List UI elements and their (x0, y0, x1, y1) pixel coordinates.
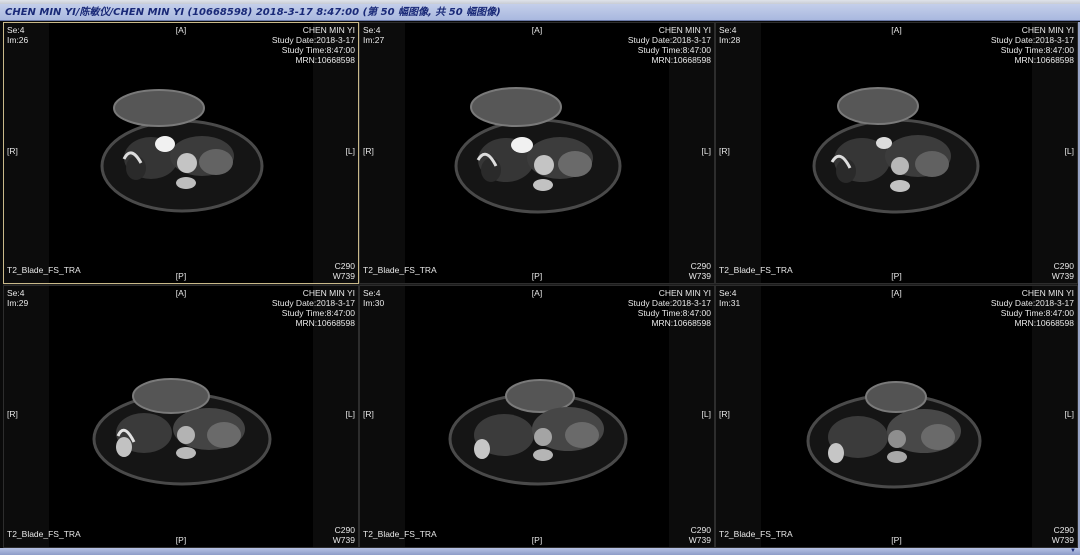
viewport-2[interactable]: Se:4 Im:27 CHEN MIN YI Study Date:2018-3… (359, 22, 715, 284)
orientation-anterior: [A] (531, 288, 543, 298)
orientation-right: [R] (363, 146, 374, 156)
orientation-left: [L] (1064, 409, 1074, 419)
image-number: Im:31 (719, 298, 741, 308)
window-level-info: C290 W739 (333, 525, 355, 545)
mri-axial-image (812, 87, 980, 214)
series-description: T2_Blade_FS_TRA (363, 529, 437, 539)
study-time: Study Time:8:47:00 (637, 308, 711, 318)
window-width: W739 (332, 271, 355, 281)
orientation-left: [L] (345, 409, 355, 419)
mri-axial-image (100, 89, 264, 213)
orientation-anterior: [A] (175, 288, 187, 298)
horizontal-scrollbar[interactable] (0, 548, 1080, 555)
orientation-anterior: [A] (891, 25, 902, 35)
series-description: T2_Blade_FS_TRA (719, 529, 793, 539)
study-date: Study Date:2018-3-17 (627, 298, 711, 308)
orientation-right: [R] (7, 409, 18, 419)
orientation-left: [L] (1064, 146, 1074, 156)
mrn: MRN:10668598 (1014, 55, 1074, 65)
mrn: MRN:10668598 (651, 318, 711, 328)
study-time: Study Time:8:47:00 (281, 45, 355, 55)
window-level-info: C290 W739 (333, 261, 355, 281)
viewport-3[interactable]: Se:4 Im:28 CHEN MIN YI Study Date:2018-3… (715, 22, 1078, 284)
mri-axial-image (448, 379, 628, 486)
image-number: Im:28 (719, 35, 741, 45)
image-number: Im:29 (7, 298, 29, 308)
study-date: Study Date:2018-3-17 (990, 298, 1074, 308)
window-width: W739 (1051, 271, 1074, 281)
mri-axial-image (454, 87, 622, 214)
mrn: MRN:10668598 (1014, 318, 1074, 328)
series-description: T2_Blade_FS_TRA (7, 265, 81, 275)
study-date: Study Date:2018-3-17 (271, 298, 355, 308)
image-viewport-grid: Se:4 Im:26 CHEN MIN YI Study Date:2018-3… (3, 22, 1078, 548)
window-center: C290 (334, 525, 355, 535)
orientation-right: [R] (363, 409, 374, 419)
window-level-info: C290 W739 (1052, 525, 1074, 545)
window-width: W739 (332, 535, 355, 545)
orientation-right: [R] (719, 409, 730, 419)
viewport-5[interactable]: Se:4 Im:30 CHEN MIN YI Study Date:2018-3… (359, 285, 715, 548)
window-center: C290 (334, 261, 355, 271)
orientation-anterior: [A] (531, 25, 543, 35)
mri-axial-image (92, 378, 272, 486)
study-date: Study Date:2018-3-17 (990, 35, 1074, 45)
viewport-4[interactable]: Se:4 Im:29 CHEN MIN YI Study Date:2018-3… (3, 285, 359, 548)
mrn: MRN:10668598 (651, 55, 711, 65)
orientation-left: [L] (701, 409, 711, 419)
image-number: Im:27 (363, 35, 385, 45)
study-date: Study Date:2018-3-17 (627, 35, 711, 45)
window-center: C290 (690, 261, 711, 271)
orientation-right: [R] (719, 146, 730, 156)
mrn: MRN:10668598 (295, 55, 355, 65)
window-center: C290 (690, 525, 711, 535)
window-width: W739 (1051, 535, 1074, 545)
series-description: T2_Blade_FS_TRA (719, 265, 793, 275)
study-time: Study Time:8:47:00 (1000, 45, 1074, 55)
window-center: C290 (1053, 261, 1074, 271)
mri-axial-image (806, 381, 982, 489)
scroll-down-arrow-icon[interactable]: ▼ (1069, 548, 1077, 555)
mrn: MRN:10668598 (295, 318, 355, 328)
orientation-left: [L] (345, 146, 355, 156)
study-time: Study Time:8:47:00 (281, 308, 355, 318)
window-level-info: C290 W739 (689, 261, 711, 281)
viewport-6[interactable]: Se:4 Im:31 CHEN MIN YI Study Date:2018-3… (715, 285, 1078, 548)
image-number: Im:30 (363, 298, 385, 308)
window-level-info: C290 W739 (1052, 261, 1074, 281)
orientation-right: [R] (7, 146, 18, 156)
window-level-info: C290 W739 (689, 525, 711, 545)
orientation-left: [L] (701, 146, 711, 156)
window-width: W739 (688, 271, 711, 281)
orientation-anterior: [A] (891, 288, 902, 298)
viewport-1[interactable]: Se:4 Im:26 CHEN MIN YI Study Date:2018-3… (3, 22, 359, 284)
study-time: Study Time:8:47:00 (637, 45, 711, 55)
series-description: T2_Blade_FS_TRA (363, 265, 437, 275)
study-date: Study Date:2018-3-17 (271, 35, 355, 45)
window-center: C290 (1053, 525, 1074, 535)
image-number: Im:26 (7, 35, 29, 45)
series-description: T2_Blade_FS_TRA (7, 529, 81, 539)
study-time: Study Time:8:47:00 (1000, 308, 1074, 318)
window-width: W739 (688, 535, 711, 545)
viewer-title-bar: CHEN MIN YI/陈敏仪/CHEN MIN YI (10668598) 2… (0, 4, 1080, 21)
orientation-anterior: [A] (175, 25, 187, 35)
